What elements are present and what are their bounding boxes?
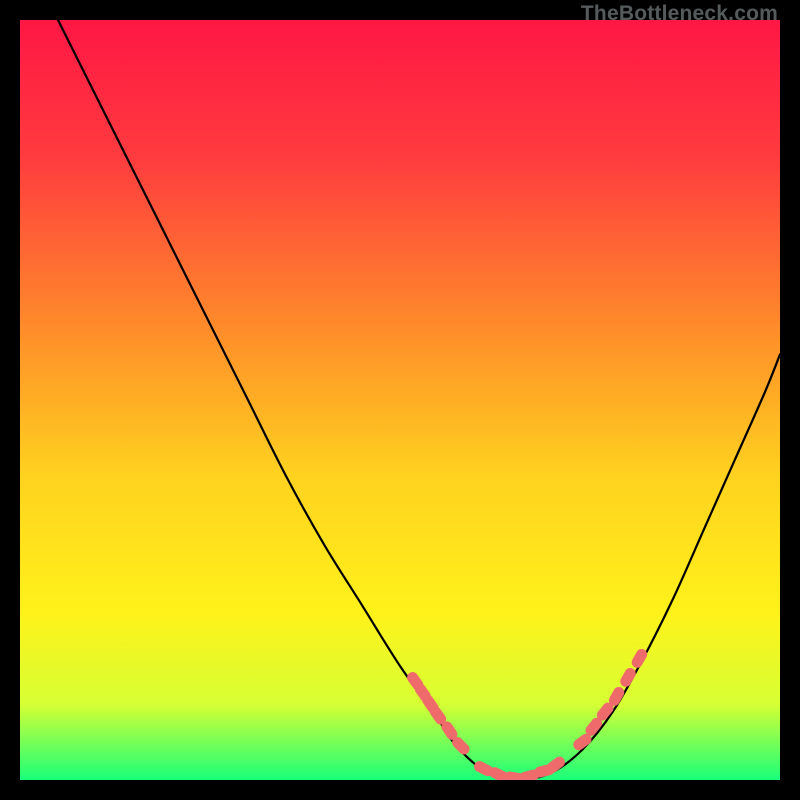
chart-frame bbox=[20, 20, 780, 780]
bottleneck-chart bbox=[20, 20, 780, 780]
